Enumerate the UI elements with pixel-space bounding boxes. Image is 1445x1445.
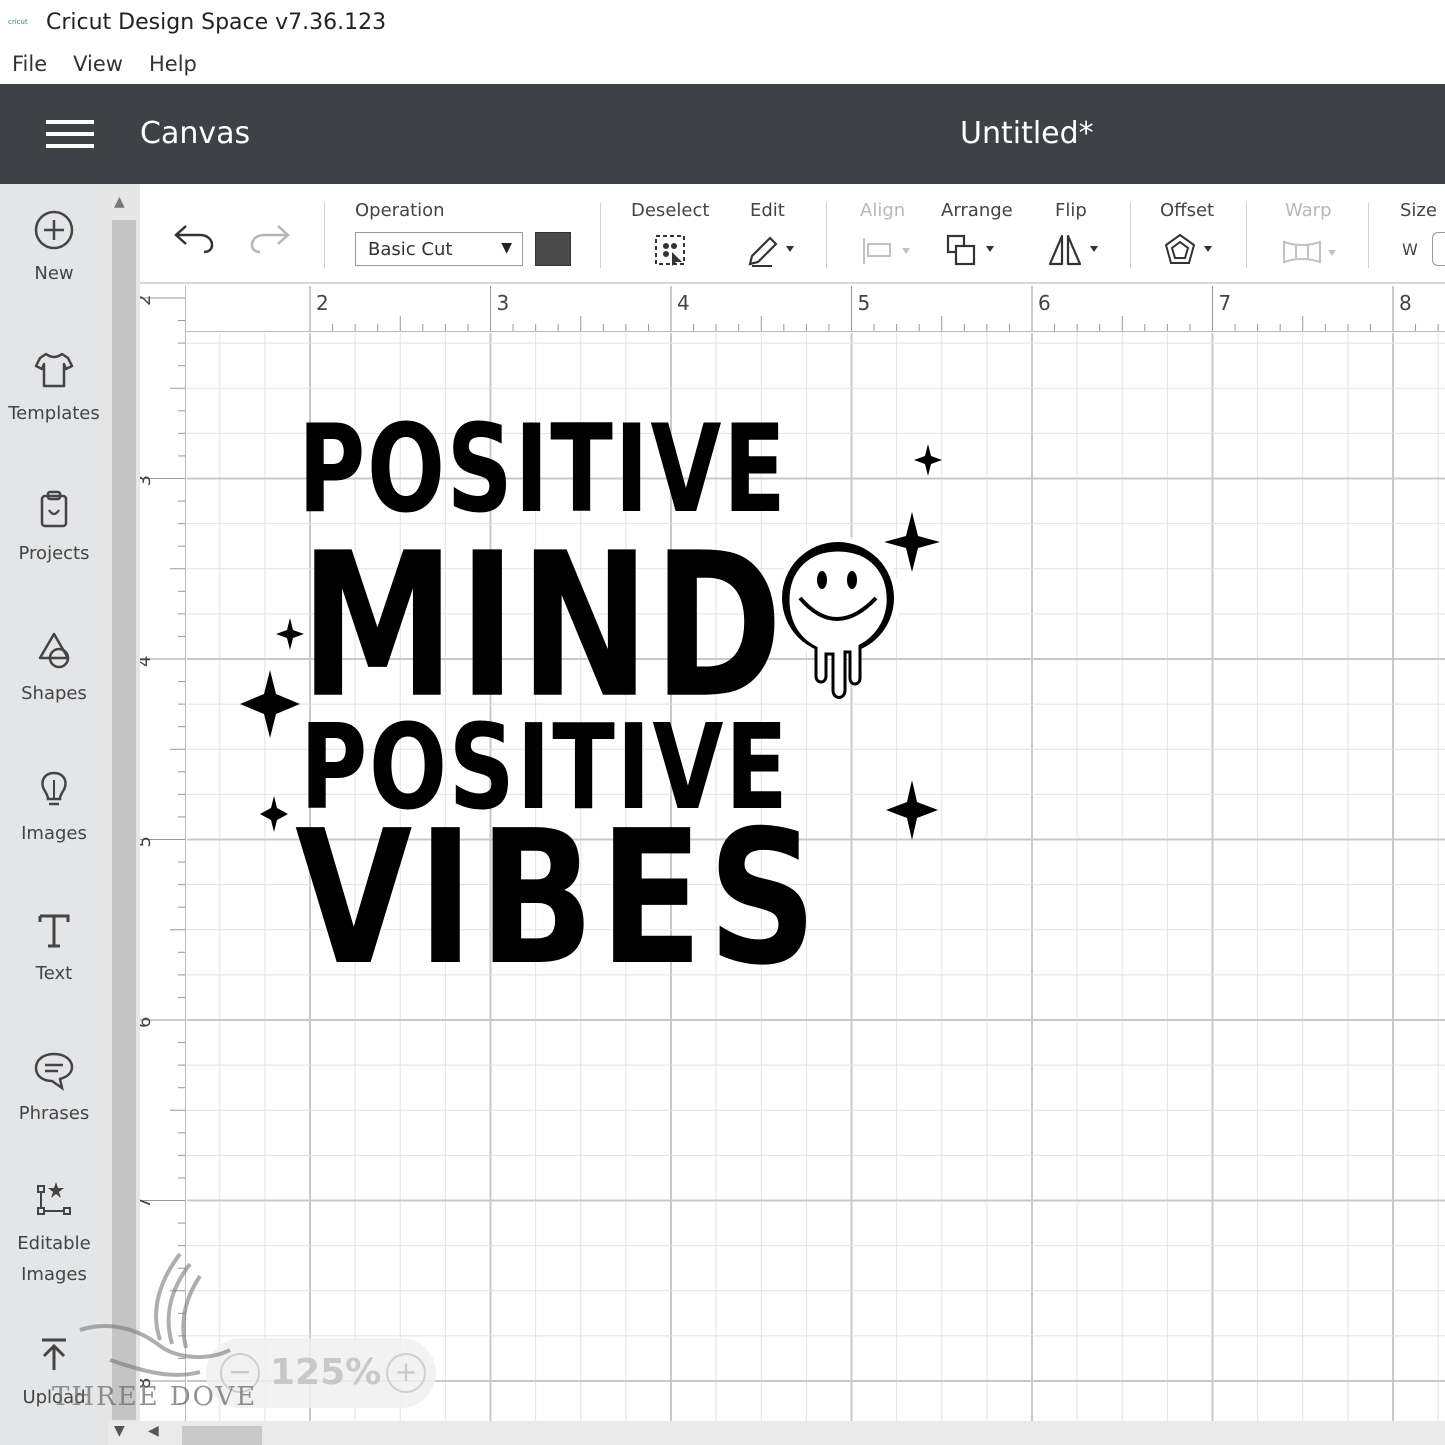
toolbar-divider [1246,202,1247,268]
operation-select[interactable]: Basic Cut ▼ [355,232,523,266]
lightbulb-icon [41,771,67,806]
toolbar-divider [1130,202,1131,268]
menu-view[interactable]: View [73,52,123,76]
sidebar-item-text[interactable]: Text [0,908,108,989]
horizontal-scrollbar-track[interactable]: ▼ ◀ [108,1421,1445,1445]
toolbar-divider [600,202,601,268]
operation-select-value: Basic Cut [368,239,453,260]
sidebar-scrollbar-thumb[interactable] [112,220,136,1420]
ruler-top-label: 7 [1219,291,1232,315]
window-title-bar: cricut Cricut Design Space v7.36.123 [0,0,1445,44]
clipboard-icon [40,490,68,528]
pencil-icon[interactable] [744,232,800,268]
zoom-in-button[interactable]: + [386,1353,426,1393]
undo-icon[interactable] [172,220,216,254]
toolbar-divider [826,202,827,268]
hamburger-menu-icon[interactable] [46,120,94,150]
sidebar-item-label: Phrases [18,1103,90,1124]
vertical-ruler: 2 3 4 5 6 7 8 [140,286,186,1421]
sidebar-item-label: Projects [18,543,90,564]
menu-bar: File View Help [0,44,1445,84]
deselect-icon[interactable] [652,232,688,268]
ruler-top-label: 8 [1399,291,1412,315]
design-canvas[interactable] [187,333,1445,1421]
sidebar-item-editable-images[interactable]: Editable Images [0,1178,108,1290]
document-title[interactable]: Untitled* [960,116,1094,151]
ruler-top-label: 6 [1038,291,1051,315]
flip-label: Flip [1055,200,1087,221]
window-title: Cricut Design Space v7.36.123 [46,9,387,35]
sidebar-item-label: Editable Images [17,1233,91,1285]
zoom-out-button[interactable]: − [220,1353,260,1393]
sidebar-item-images[interactable]: Images [0,768,108,849]
arrange-icon[interactable] [944,232,1004,268]
sidebar-item-label: Upload [22,1387,86,1408]
ruler-top-label: 4 [677,291,690,315]
ruler-left-label: 5 [140,836,155,847]
edit-nodes-icon [37,1182,71,1215]
ruler-top-label: 3 [497,291,510,315]
sidebar-item-phrases[interactable]: Phrases [0,1048,108,1129]
menu-help[interactable]: Help [149,52,197,76]
sidebar-item-projects[interactable]: Projects [0,488,108,569]
left-sidebar: New Templates Projects Shapes Images Tex… [0,184,108,1445]
scroll-left-arrow-icon[interactable]: ◀ [148,1423,159,1439]
scroll-up-arrow-icon[interactable]: ▲ [114,194,125,210]
sidebar-item-label: Shapes [21,683,87,704]
edit-toolbar: Operation Basic Cut ▼ Deselect Edit Alig… [140,184,1445,284]
section-title: Canvas [140,116,251,151]
tshirt-icon [34,352,74,388]
chevron-down-icon: ▼ [501,240,512,256]
offset-label: Offset [1160,200,1215,221]
ruler-left-label: 2 [140,295,155,306]
plus-circle-icon [34,210,74,250]
redo-icon[interactable] [248,220,292,254]
toolbar-divider [1368,202,1369,268]
warp-label: Warp [1285,200,1332,221]
ruler-left-label: 4 [140,656,155,667]
horizontal-scrollbar-thumb[interactable] [182,1426,262,1445]
sidebar-item-label: Text [35,963,73,984]
sidebar-item-label: Images [21,823,87,844]
warp-icon[interactable] [1280,236,1344,268]
horizontal-ruler: 2 3 4 5 6 7 8 [140,286,1445,332]
app-logo: cricut [8,18,28,26]
operation-label: Operation [355,200,445,221]
sidebar-item-shapes[interactable]: Shapes [0,628,108,709]
sidebar-item-templates[interactable]: Templates [0,348,108,429]
ruler-top-label: 2 [316,291,329,315]
sidebar-item-label: New [34,263,74,284]
sidebar-item-upload[interactable]: Upload [0,1332,108,1413]
flip-icon[interactable] [1046,232,1106,268]
size-label: Size [1400,200,1437,221]
deselect-label: Deselect [631,200,710,221]
offset-icon[interactable] [1162,232,1222,268]
shapes-icon [38,632,70,669]
toolbar-divider [324,202,325,268]
menu-file[interactable]: File [12,52,47,76]
align-icon[interactable] [860,234,916,266]
operation-color-swatch[interactable] [535,232,571,266]
app-header: Canvas Untitled* [0,84,1445,184]
ruler-left-label: 8 [140,1378,155,1389]
text-icon [38,914,70,948]
ruler-top-label: 5 [858,291,871,315]
align-label: Align [860,200,906,221]
zoom-level: 125% [270,1352,382,1393]
scroll-down-arrow-icon[interactable]: ▼ [114,1423,125,1439]
size-width-label: W [1402,240,1418,259]
ruler-left-label: 3 [140,475,155,486]
ruler-left-label: 6 [140,1017,155,1028]
ruler-left-label: 7 [140,1197,155,1208]
edit-label: Edit [750,200,785,221]
zoom-control: − 125% + [206,1338,436,1408]
speech-bubble-icon [34,1052,74,1091]
sidebar-item-label: Templates [8,403,100,424]
sidebar-item-new[interactable]: New [0,208,108,289]
upload-icon [42,1338,66,1370]
size-width-input[interactable] [1432,232,1445,266]
arrange-label: Arrange [941,200,1013,221]
